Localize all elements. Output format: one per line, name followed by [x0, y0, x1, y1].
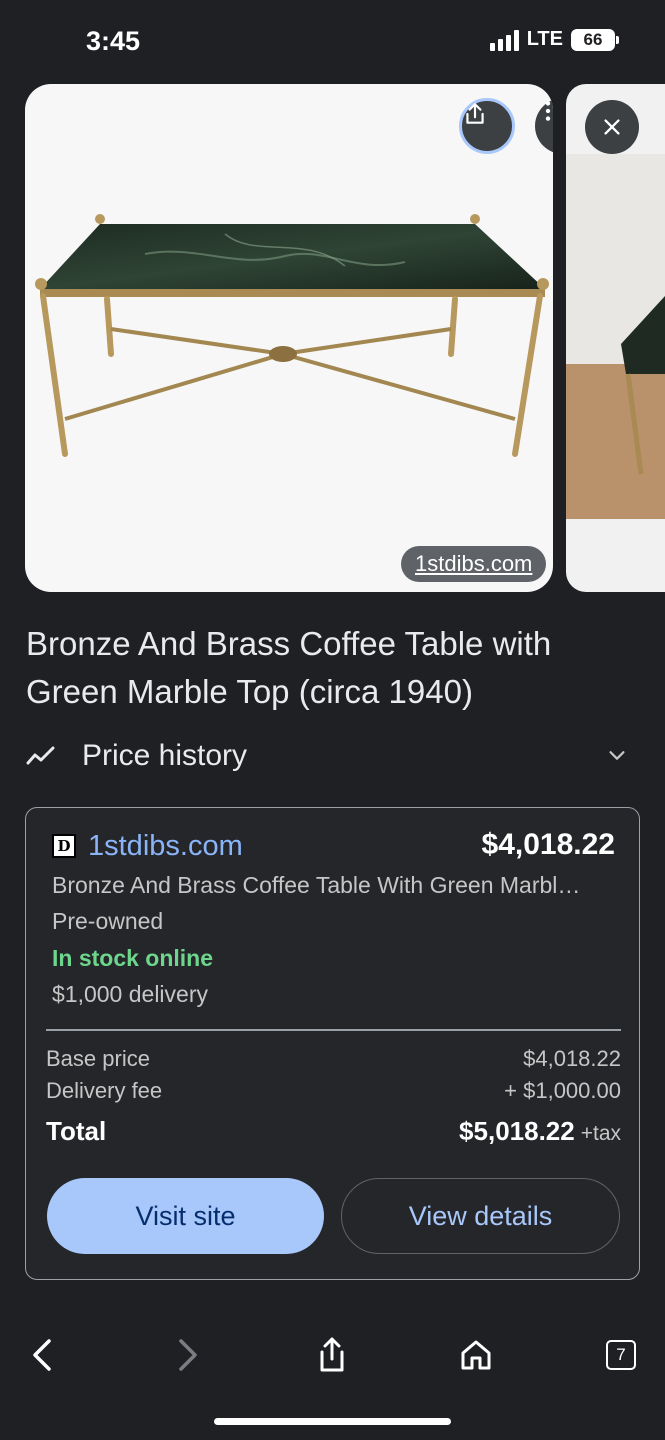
home-icon — [461, 1340, 491, 1370]
trend-line-icon — [26, 746, 55, 765]
merchant-link[interactable]: 1stdibs.com — [88, 830, 243, 863]
bottom-toolbar: 7 — [0, 1320, 665, 1390]
total-label: Total — [46, 1116, 107, 1146]
delivery-fee-row: Delivery fee + $1,000.00 — [46, 1078, 621, 1104]
share-icon — [320, 1337, 344, 1372]
battery-icon: 66 — [571, 28, 619, 51]
next-image-thumbnail — [566, 154, 665, 519]
share-button[interactable] — [459, 98, 515, 154]
offer-card: D 1stdibs.com $4,018.22 Bronze And Brass… — [25, 807, 640, 1280]
view-details-button[interactable]: View details — [341, 1178, 620, 1254]
offer-price: $4,018.22 — [481, 828, 615, 861]
price-history-label: Price history — [82, 739, 248, 772]
divider — [46, 1029, 621, 1031]
next-image-preview[interactable] — [566, 84, 665, 592]
merchant-logo-icon: D — [52, 834, 76, 858]
close-button[interactable] — [585, 100, 639, 154]
base-price-value: $4,018.22 — [523, 1046, 621, 1071]
status-bar: 3:45 LTE 66 — [0, 0, 665, 82]
status-time: 3:45 — [86, 26, 141, 56]
coffee-table-illustration — [35, 214, 549, 457]
status-indicators: LTE 66 — [489, 28, 619, 51]
offer-condition: Pre-owned — [52, 908, 164, 934]
tabs-button[interactable]: 7 — [596, 1330, 646, 1380]
chevron-right-icon — [179, 1339, 197, 1371]
base-price-label: Base price — [46, 1046, 150, 1071]
battery-level: 66 — [583, 29, 603, 49]
price-history-toggle[interactable]: Price history — [26, 730, 636, 782]
stock-status: In stock online — [52, 945, 214, 971]
delivery-info: $1,000 delivery — [52, 981, 208, 1007]
image-carousel[interactable]: 1stdibs.com — [0, 84, 665, 594]
share-icon — [466, 103, 484, 124]
total-value: $5,018.22 — [459, 1116, 575, 1146]
visit-site-button[interactable]: Visit site — [47, 1178, 324, 1254]
image-source-link[interactable]: 1stdibs.com — [401, 546, 547, 582]
signal-icon — [489, 29, 519, 51]
forward-button[interactable] — [162, 1330, 212, 1380]
tabs-count-icon: 7 — [606, 1340, 636, 1370]
home-button[interactable] — [451, 1330, 501, 1380]
total-amount: $5,018.22 +tax — [459, 1116, 621, 1147]
network-type: LTE — [526, 28, 563, 50]
home-indicator[interactable] — [214, 1418, 451, 1425]
product-title: Bronze And Brass Coffee Table with Green… — [26, 625, 552, 710]
chevron-down-icon — [609, 751, 625, 760]
base-price-row: Base price $4,018.22 — [46, 1046, 621, 1072]
delivery-fee-label: Delivery fee — [46, 1078, 163, 1103]
chevron-left-icon — [33, 1339, 51, 1371]
delivery-fee-value: + $1,000.00 — [504, 1078, 621, 1103]
back-button[interactable] — [18, 1330, 68, 1380]
product-image[interactable]: 1stdibs.com — [25, 84, 553, 592]
share-page-button[interactable] — [307, 1330, 357, 1380]
more-vert-icon — [545, 101, 551, 121]
total-row: Total $5,018.22 +tax — [46, 1116, 621, 1147]
offer-description: Bronze And Brass Coffee Table With Green… — [52, 872, 581, 898]
total-tax: +tax — [580, 1122, 621, 1145]
close-icon — [604, 119, 620, 135]
merchant-row: D 1stdibs.com $4,018.22 — [52, 826, 615, 866]
